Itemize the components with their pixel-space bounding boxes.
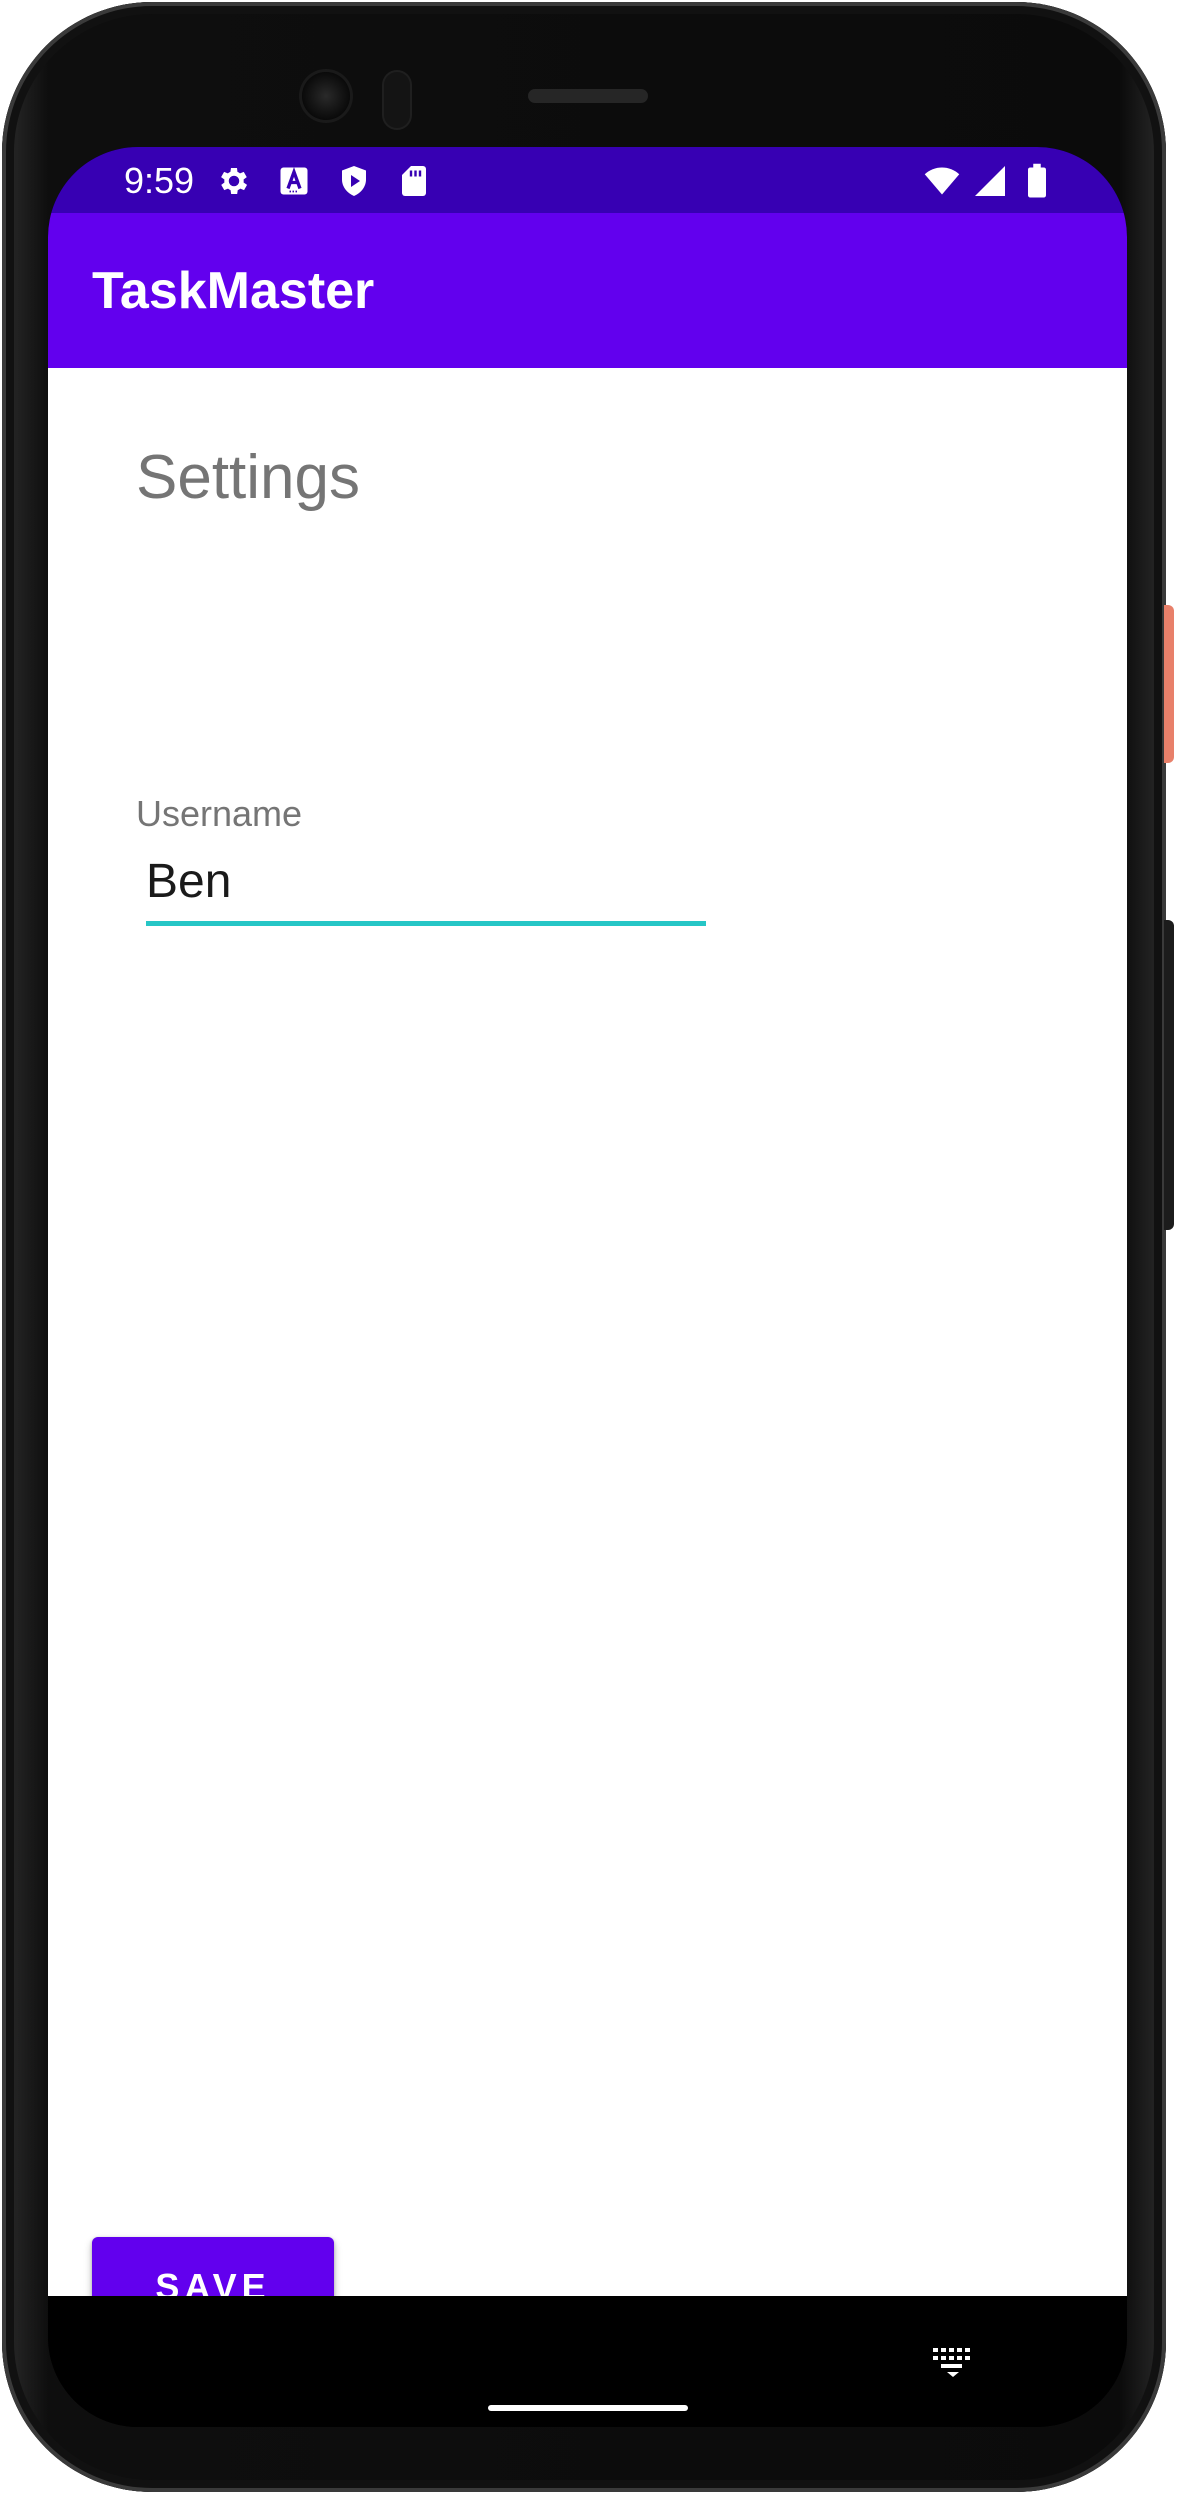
phone-frame: 9:59 TaskMaster Settings Username Ben SA… <box>2 2 1166 2492</box>
volume-button <box>1164 920 1174 1230</box>
play-shield-icon <box>336 163 372 199</box>
keyboard-icon[interactable] <box>931 2346 975 2378</box>
status-bar: 9:59 <box>48 147 1127 213</box>
page-title: Settings <box>136 443 361 512</box>
text-a-icon <box>276 163 312 199</box>
earpiece-speaker <box>528 89 648 103</box>
proximity-sensor <box>384 72 410 128</box>
device-screen: 9:59 TaskMaster Settings Username Ben SA… <box>48 147 1127 2427</box>
battery-icon <box>1024 163 1050 199</box>
status-time: 9:59 <box>124 160 195 201</box>
settings-content: Settings Username SAVE <box>48 368 1127 2337</box>
username-input[interactable] <box>146 851 706 911</box>
username-label: Username <box>136 793 303 834</box>
front-camera <box>302 72 350 120</box>
app-title: TaskMaster <box>92 262 375 320</box>
cellular-signal-icon <box>972 163 1008 199</box>
sd-card-icon <box>396 163 432 199</box>
gear-icon <box>216 163 252 199</box>
home-gesture-handle[interactable] <box>488 2405 688 2411</box>
wifi-icon <box>920 163 964 199</box>
username-input-underline <box>146 921 706 926</box>
app-bar: TaskMaster <box>48 213 1127 368</box>
navigation-bar <box>48 2296 1127 2427</box>
power-button <box>1164 605 1174 763</box>
